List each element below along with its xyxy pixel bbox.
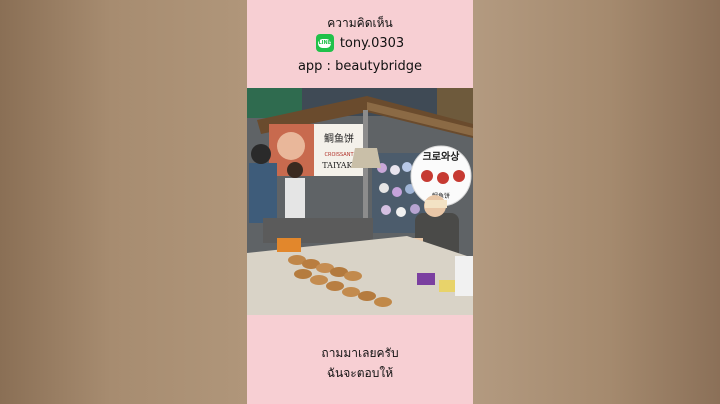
question-line-1: ถามมาเลยครับ (321, 346, 399, 360)
food-stall-photo: 鲷鱼饼 CROISSANT TAIYAKI 크로와상 鲷鱼饼 (247, 88, 473, 315)
badge-korean-text: 크로와상 (423, 150, 461, 163)
blurred-background-right (473, 0, 720, 404)
sign-taiyaki-text: TAIYAKI (322, 161, 355, 170)
video-panel: ความคิดเห็น LINE tony.0303 app : beautyb… (247, 0, 473, 404)
comments-title: ความคิดเห็น (327, 16, 393, 30)
sign-chinese-text: 鲷鱼饼 (324, 132, 354, 145)
sign-croissant-text: CROISSANT (324, 152, 354, 158)
food-stall-photo-art: 鲷鱼饼 CROISSANT TAIYAKI 크로와상 鲷鱼饼 (247, 88, 473, 315)
sign-portrait (277, 132, 305, 160)
orange-box (277, 238, 301, 252)
line-id: tony.0303 (339, 35, 405, 51)
purple-label (417, 273, 435, 285)
line-contact: LINE tony.0303 (247, 34, 473, 52)
line-app-icon: LINE (315, 34, 334, 52)
question-line-2: ฉันจะตอบให้ (326, 366, 394, 380)
white-bag (455, 256, 473, 296)
blurred-background-left (0, 0, 247, 404)
hanging-lamp (351, 148, 381, 168)
app-name: app : beautybridge (297, 59, 423, 74)
